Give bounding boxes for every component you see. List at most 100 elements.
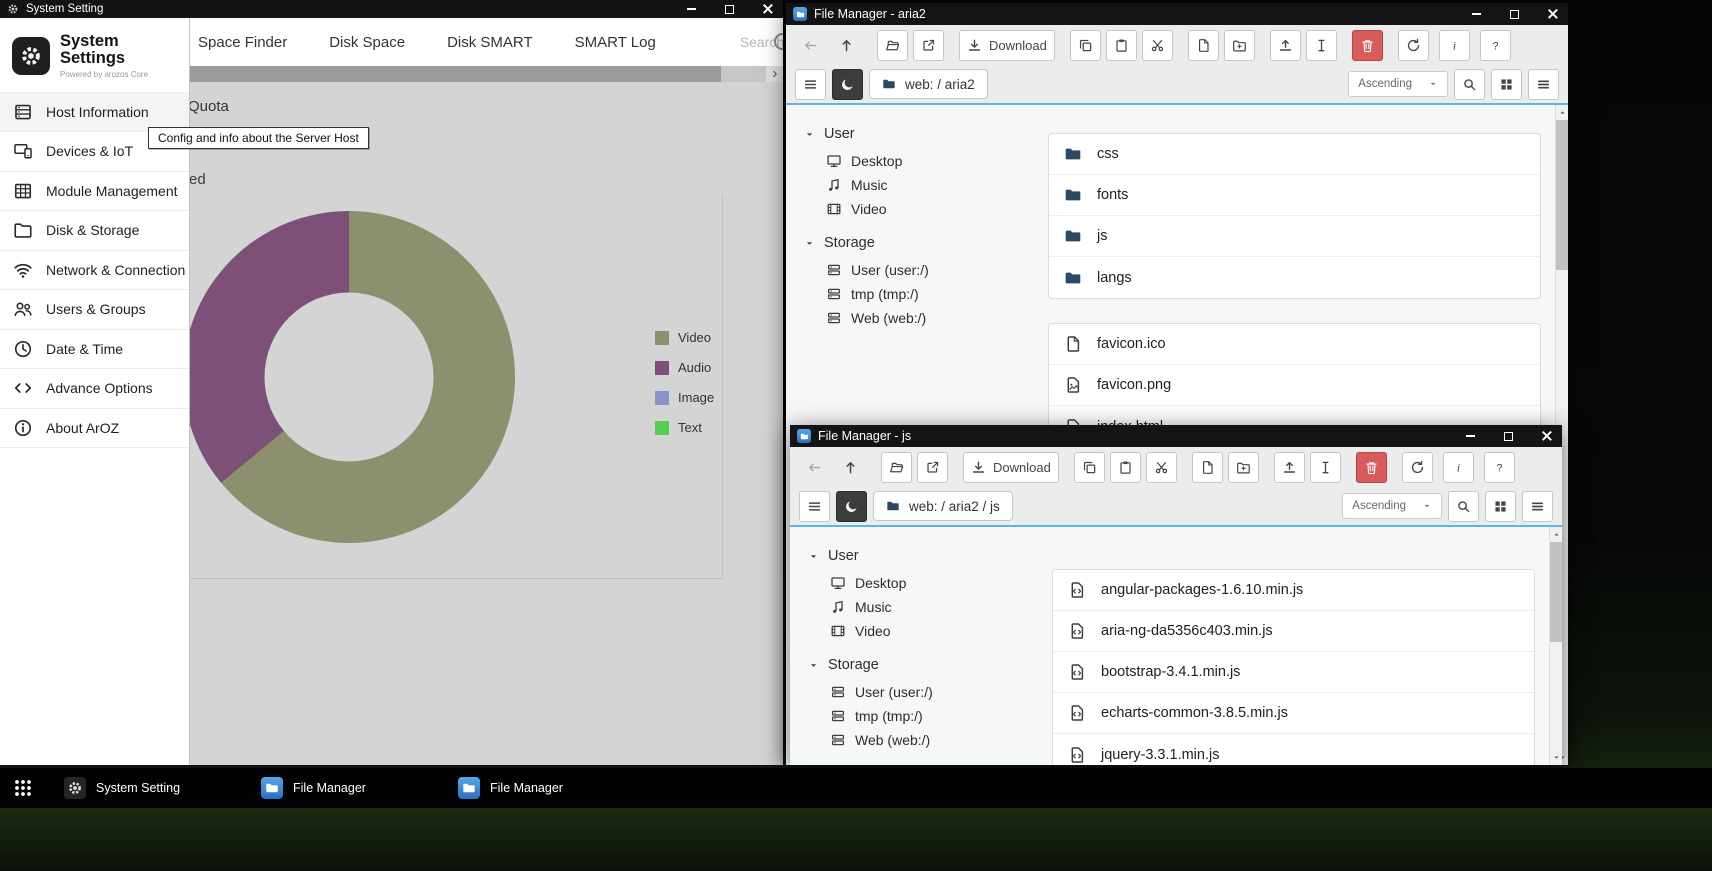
- titlebar[interactable]: System Setting: [0, 0, 783, 18]
- open-external-button[interactable]: [913, 30, 944, 61]
- list-view-button[interactable]: [1528, 69, 1559, 100]
- taskbar-item-system-setting[interactable]: System Setting: [54, 768, 239, 808]
- sort-order-select[interactable]: Ascending: [1348, 71, 1448, 97]
- cut-button[interactable]: [1142, 30, 1173, 61]
- back-button[interactable]: [799, 452, 830, 483]
- scroll-down-icon[interactable]: [1552, 753, 1561, 762]
- tab-disk-space[interactable]: Disk Space: [329, 34, 405, 51]
- tree-section-user[interactable]: User: [786, 119, 1038, 149]
- info-button[interactable]: [1439, 30, 1470, 61]
- close-button[interactable]: [752, 0, 783, 18]
- copy-button[interactable]: [1074, 452, 1105, 483]
- minimize-button[interactable]: [1455, 425, 1486, 447]
- up-button[interactable]: [831, 30, 862, 61]
- refresh-button[interactable]: [1398, 30, 1429, 61]
- new-folder-button[interactable]: [1228, 452, 1259, 483]
- file-row[interactable]: jquery-3.3.1.min.js: [1053, 734, 1534, 765]
- tree-item-web-drive[interactable]: Web (web:/): [790, 728, 1042, 752]
- grid-view-button[interactable]: [1491, 69, 1522, 100]
- maximize-button[interactable]: [1493, 425, 1524, 447]
- scrollbar-thumb[interactable]: [190, 66, 721, 82]
- titlebar[interactable]: File Manager - aria2: [786, 3, 1568, 25]
- file-row[interactable]: aria-ng-da5356c403.min.js: [1053, 611, 1534, 652]
- breadcrumb[interactable]: web: / aria2 / js: [873, 491, 1013, 521]
- download-button[interactable]: Download: [963, 452, 1059, 483]
- sidebar-item-about-aroz[interactable]: About ArOZ: [0, 409, 189, 449]
- menu-button[interactable]: [799, 491, 830, 522]
- copy-button[interactable]: [1070, 30, 1101, 61]
- tree-item-music[interactable]: Music: [786, 173, 1038, 197]
- scrollbar-thumb[interactable]: [1550, 542, 1563, 642]
- scroll-up-icon[interactable]: [1552, 530, 1561, 539]
- file-row[interactable]: echarts-common-3.8.5.min.js: [1053, 693, 1534, 734]
- upload-button[interactable]: [1274, 452, 1305, 483]
- sidebar-item-date-time[interactable]: Date & Time: [0, 330, 189, 370]
- file-row[interactable]: css: [1049, 134, 1540, 175]
- tree-item-video[interactable]: Video: [790, 619, 1042, 643]
- file-row[interactable]: js: [1049, 216, 1540, 257]
- breadcrumb[interactable]: web: / aria2: [869, 69, 988, 99]
- close-button[interactable]: [1537, 3, 1568, 25]
- file-row[interactable]: angular-packages-1.6.10.min.js: [1053, 570, 1534, 611]
- titlebar[interactable]: File Manager - js: [790, 425, 1562, 447]
- app-launcher-button[interactable]: [4, 769, 42, 807]
- menu-button[interactable]: [795, 69, 826, 100]
- file-row[interactable]: bootstrap-3.4.1.min.js: [1053, 652, 1534, 693]
- search-button[interactable]: [1448, 491, 1479, 522]
- help-button[interactable]: [1484, 452, 1515, 483]
- tab-disk-smart[interactable]: Disk SMART: [447, 34, 533, 51]
- file-row[interactable]: favicon.ico: [1049, 324, 1540, 365]
- new-file-button[interactable]: [1188, 30, 1219, 61]
- new-file-button[interactable]: [1192, 452, 1223, 483]
- search-button[interactable]: [1454, 69, 1485, 100]
- minimize-button[interactable]: [1461, 3, 1492, 25]
- tree-item-music[interactable]: Music: [790, 595, 1042, 619]
- up-button[interactable]: [835, 452, 866, 483]
- tree-item-desktop[interactable]: Desktop: [786, 149, 1038, 173]
- refresh-button[interactable]: [1402, 452, 1433, 483]
- maximize-button[interactable]: [1499, 3, 1530, 25]
- scroll-up-icon[interactable]: [1558, 108, 1567, 117]
- sidebar-item-disk-storage[interactable]: Disk & Storage: [0, 211, 189, 251]
- tab-space-finder[interactable]: Space Finder: [198, 34, 287, 51]
- vertical-scrollbar[interactable]: [1549, 527, 1562, 765]
- sidebar-item-users-groups[interactable]: Users & Groups: [0, 290, 189, 330]
- minimize-button[interactable]: [676, 0, 707, 18]
- dark-mode-button[interactable]: [836, 491, 867, 522]
- delete-button[interactable]: [1356, 452, 1387, 483]
- list-view-button[interactable]: [1522, 491, 1553, 522]
- scrollbar-thumb[interactable]: [1556, 120, 1569, 270]
- scroll-right-button[interactable]: [766, 66, 783, 82]
- cut-button[interactable]: [1146, 452, 1177, 483]
- horizontal-scrollbar[interactable]: [190, 66, 783, 82]
- taskbar-item-file-manager-1[interactable]: File Manager: [251, 768, 436, 808]
- maximize-button[interactable]: [714, 0, 745, 18]
- sort-order-select[interactable]: Ascending: [1342, 493, 1442, 519]
- tree-section-user[interactable]: User: [790, 541, 1042, 571]
- open-button[interactable]: [877, 30, 908, 61]
- tree-item-tmp-drive[interactable]: tmp (tmp:/): [786, 282, 1038, 306]
- new-folder-button[interactable]: [1224, 30, 1255, 61]
- open-button[interactable]: [881, 452, 912, 483]
- help-button[interactable]: [1480, 30, 1511, 61]
- info-button[interactable]: [1443, 452, 1474, 483]
- tree-section-storage[interactable]: Storage: [790, 650, 1042, 680]
- sidebar-item-module-management[interactable]: Module Management: [0, 172, 189, 212]
- tree-item-video[interactable]: Video: [786, 197, 1038, 221]
- tree-item-user-drive[interactable]: User (user:/): [790, 680, 1042, 704]
- open-external-button[interactable]: [917, 452, 948, 483]
- download-button[interactable]: Download: [959, 30, 1055, 61]
- file-row[interactable]: fonts: [1049, 175, 1540, 216]
- rename-button[interactable]: [1306, 30, 1337, 61]
- file-row[interactable]: favicon.png: [1049, 365, 1540, 406]
- tree-item-desktop[interactable]: Desktop: [790, 571, 1042, 595]
- upload-button[interactable]: [1270, 30, 1301, 61]
- rename-button[interactable]: [1310, 452, 1341, 483]
- file-row[interactable]: langs: [1049, 257, 1540, 298]
- taskbar-item-file-manager-2[interactable]: File Manager: [448, 768, 633, 808]
- paste-button[interactable]: [1106, 30, 1137, 61]
- sidebar-item-advance-options[interactable]: Advance Options: [0, 369, 189, 409]
- tree-item-web-drive[interactable]: Web (web:/): [786, 306, 1038, 330]
- tree-section-storage[interactable]: Storage: [786, 228, 1038, 258]
- dark-mode-button[interactable]: [832, 69, 863, 100]
